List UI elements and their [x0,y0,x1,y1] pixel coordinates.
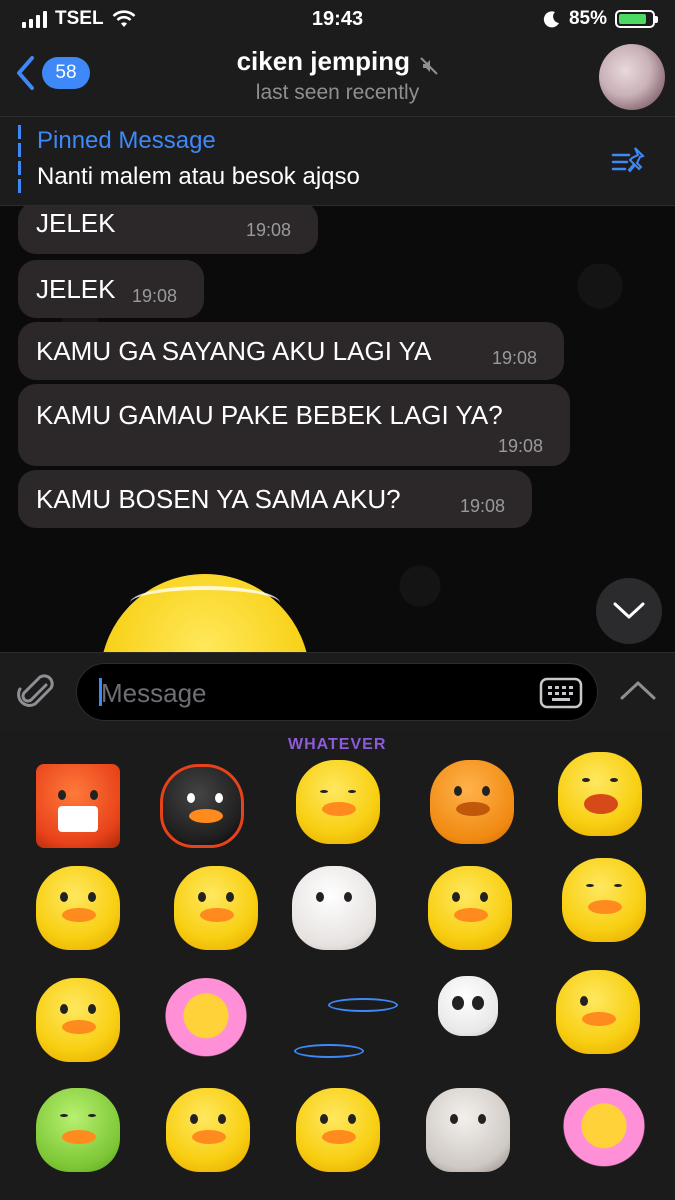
moon-icon [543,11,559,28]
sticker-sick-duck[interactable] [422,860,518,956]
battery-percent: 85% [568,8,607,29]
message-time: 19:08 [132,286,178,306]
message-bubble[interactable]: KAMU BOSEN YA SAMA AKU? 19:08 [18,470,532,528]
message-text: KAMU GAMAU PAKE BEBEK LAGI YA? [36,400,503,430]
message-bubble[interactable]: KAMU GA SAYANG AKU LAGI YA 19:08 [18,322,564,380]
message-input-bar [0,652,675,732]
message-time: 19:08 [460,496,506,516]
sticker-whatever-duck[interactable] [290,754,386,850]
message-text: JELEK [36,274,116,304]
pin-list-icon[interactable] [611,145,647,177]
chevron-down-icon [613,602,645,619]
paperclip-icon[interactable] [16,671,58,713]
message-input[interactable] [99,664,523,722]
sticker-sleepy-duck[interactable] [556,852,652,948]
sticker-ripple-rings[interactable] [290,982,398,1078]
mute-icon [420,57,439,75]
sticker-panel: WHATEVER [0,732,675,1200]
chat-title-block[interactable]: ciken jemping last seen recently [0,46,675,105]
chat-area[interactable]: JELEK 19:08 JELEK 19:08 KAMU GA SAYANG A… [0,206,675,652]
status-bar: TSEL 19:43 85% [0,0,675,40]
message-bubble[interactable]: KAMU GAMAU PAKE BEBEK LAGI YA? 19:08 [18,384,570,466]
sticker-heart-duck[interactable] [168,860,264,956]
sticker-laughing-duck[interactable] [552,746,648,842]
message-text: KAMU GA SAYANG AKU LAGI YA [36,336,432,366]
whatever-sticker-label: WHATEVER [288,736,387,753]
sticker-reading-duck[interactable] [160,1082,256,1178]
message-field[interactable] [76,663,598,722]
chat-title: ciken jemping [236,46,410,76]
duck-sticker-message[interactable] [100,574,310,652]
sticker-skeleton[interactable] [420,972,516,1068]
chevron-up-icon[interactable] [619,679,657,701]
sticker-black-duck-fire[interactable] [154,758,250,854]
pinned-indicator [18,125,21,197]
message-bubble[interactable]: JELEK 19:08 [18,260,204,318]
message-text: KAMU BOSEN YA SAMA AKU? [36,484,401,514]
scroll-down-button[interactable] [596,578,662,644]
keyboard-icon[interactable] [539,677,583,709]
chat-header: 58 ciken jemping last seen recently [0,40,675,116]
sticker-crying-duck[interactable] [30,860,126,956]
message-time: 19:08 [498,436,544,456]
sticker-thumbs-up-duck[interactable] [550,964,646,1060]
message-text: JELEK [36,208,116,238]
message-time: 19:08 [492,348,538,368]
pinned-message-bar[interactable]: Pinned Message Nanti malem atau besok aj… [0,116,675,206]
sticker-green-duck[interactable] [30,1082,126,1178]
sticker-sad-tear-duck[interactable] [30,972,126,1068]
message-bubble[interactable]: JELEK 19:08 [18,206,318,254]
pinned-title: Pinned Message [37,127,216,154]
battery-charging-icon [615,10,658,28]
message-time: 19:08 [246,220,292,240]
sticker-dizzy-flower[interactable] [158,972,254,1068]
sticker-crying-white-cat[interactable] [286,860,382,956]
sticker-umbrella-duck[interactable] [290,1082,386,1178]
pinned-text: Nanti malem atau besok ajqso [37,163,360,190]
battery-fill [619,14,647,24]
sticker-angry-box-monster[interactable] [30,758,126,854]
sticker-flower-pot[interactable] [556,1082,652,1178]
sticker-grey-dog[interactable] [420,1082,516,1178]
chat-subtitle: last seen recently [255,81,420,104]
sticker-angry-orange-duck[interactable] [424,754,520,850]
avatar[interactable] [599,44,665,110]
status-right: 85% [543,8,658,30]
